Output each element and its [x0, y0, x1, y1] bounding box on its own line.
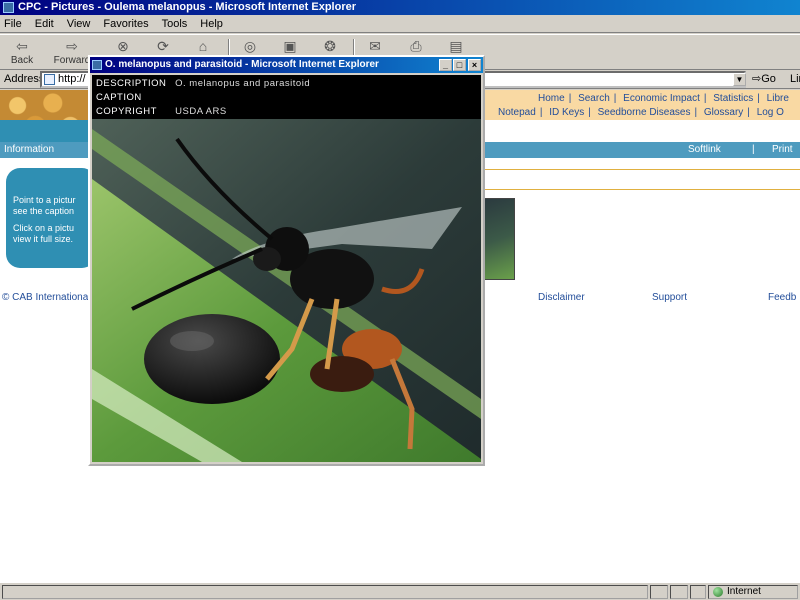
nav-glossary-link[interactable]: Glossary	[704, 107, 743, 118]
copyright-label: COPYRIGHT	[96, 106, 157, 117]
popup-title: O. melanopus and parasitoid - Microsoft …	[105, 59, 379, 70]
status-cell	[650, 585, 668, 599]
window-titlebar: CPC - Pictures - Oulema melanopus - Micr…	[0, 0, 800, 15]
divider	[484, 169, 800, 170]
caption-label: CAPTION	[96, 92, 142, 103]
copyright-row: COPYRIGHT USDA ARS	[96, 106, 227, 117]
minimize-icon[interactable]: _	[439, 59, 452, 71]
forward-button[interactable]: ⇨ Forward	[52, 37, 92, 69]
caption-row: CAPTION	[96, 92, 172, 103]
status-message	[2, 585, 648, 599]
popup-window: O. melanopus and parasitoid - Microsoft …	[88, 55, 485, 466]
insect-photo-graphic	[92, 119, 481, 462]
nav-logout-link[interactable]: Log O	[757, 107, 784, 118]
softlink-link[interactable]: Softlink	[688, 144, 721, 155]
help-line: Point to a pictur	[13, 195, 76, 205]
menu-view[interactable]: View	[67, 18, 91, 30]
refresh-icon: ⟳	[157, 38, 169, 54]
go-button[interactable]: ⇨Go	[752, 72, 776, 85]
status-cell	[670, 585, 688, 599]
ie-icon	[92, 60, 102, 70]
security-zone: Internet	[708, 585, 798, 599]
status-bar: Internet	[0, 582, 800, 600]
help-line: view it full size.	[13, 234, 74, 244]
menu-tools[interactable]: Tools	[162, 18, 188, 30]
ie-icon	[3, 2, 14, 13]
description-label: DESCRIPTION	[96, 78, 167, 89]
help-box: Point to a pictur see the caption Click o…	[6, 168, 96, 268]
forward-arrow-icon: ⇨	[66, 38, 78, 54]
mail-icon: ✉	[369, 38, 381, 54]
copyright-link[interactable]: © CAB International	[2, 292, 91, 303]
secondary-nav: Notepad | ID Keys | Seedborne Diseases | Gl…	[498, 107, 784, 118]
globe-icon	[713, 587, 723, 597]
nav-notepad-link[interactable]: Notepad	[498, 107, 536, 118]
nav-search-link[interactable]: Search	[578, 93, 610, 104]
nav-seedborne-link[interactable]: Seedborne Diseases	[598, 107, 691, 118]
nav-economic-impact-link[interactable]: Economic Impact	[623, 93, 700, 104]
printer-icon: ⎙	[410, 38, 422, 54]
home-icon: ⌂	[198, 38, 208, 54]
stop-icon: ⊗	[117, 38, 129, 54]
zone-label: Internet	[727, 586, 761, 597]
divider	[484, 189, 800, 190]
status-cell	[690, 585, 706, 599]
address-dropdown-icon[interactable]: ▼	[733, 73, 746, 86]
popup-body: DESCRIPTION O. melanopus and parasitoid …	[92, 75, 481, 462]
copyright-value: USDA ARS	[175, 106, 227, 117]
band-separator: |	[752, 144, 755, 155]
address-label: Address	[4, 73, 45, 85]
insect-photo	[92, 119, 481, 462]
info-tab[interactable]: Information	[4, 144, 54, 155]
nav-home-link[interactable]: Home	[538, 93, 565, 104]
primary-nav: Home | Search | Economic Impact | Statistic…	[538, 93, 789, 104]
picture-thumbnail[interactable]	[483, 198, 515, 280]
back-button[interactable]: ⇦ Back	[2, 37, 42, 69]
nav-id-keys-link[interactable]: ID Keys	[549, 107, 584, 118]
history-icon: ❂	[324, 38, 336, 54]
menu-file[interactable]: File	[4, 18, 22, 30]
page-icon	[44, 74, 55, 85]
description-row: DESCRIPTION O. melanopus and parasitoid	[96, 78, 310, 89]
search-icon: ◎	[243, 38, 257, 54]
back-arrow-icon: ⇦	[16, 38, 28, 54]
close-icon[interactable]: ×	[468, 59, 481, 71]
window-title: CPC - Pictures - Oulema melanopus - Micr…	[18, 1, 357, 13]
maximize-icon[interactable]: □	[453, 59, 466, 71]
description-value: O. melanopus and parasitoid	[175, 78, 311, 89]
nav-statistics-link[interactable]: Statistics	[713, 93, 753, 104]
popup-titlebar[interactable]: O. melanopus and parasitoid - Microsoft …	[90, 57, 483, 73]
print-link[interactable]: Print	[772, 144, 793, 155]
disclaimer-link[interactable]: Disclaimer	[538, 292, 585, 303]
nav-library-link[interactable]: Libre	[767, 93, 789, 104]
links-button[interactable]: Links	[790, 73, 800, 85]
help-line: Click on a pictu	[13, 223, 75, 233]
menu-favorites[interactable]: Favorites	[103, 18, 148, 30]
menu-edit[interactable]: Edit	[35, 18, 54, 30]
edit-icon: ▤	[449, 38, 463, 54]
help-line: see the caption	[13, 206, 75, 216]
address-value: http://	[58, 73, 86, 85]
menu-help[interactable]: Help	[200, 18, 223, 30]
favorites-icon: ▣	[283, 38, 297, 54]
support-link[interactable]: Support	[652, 292, 687, 303]
feedback-link[interactable]: Feedb	[768, 292, 796, 303]
menu-bar: File Edit View Favorites Tools Help	[0, 15, 800, 33]
